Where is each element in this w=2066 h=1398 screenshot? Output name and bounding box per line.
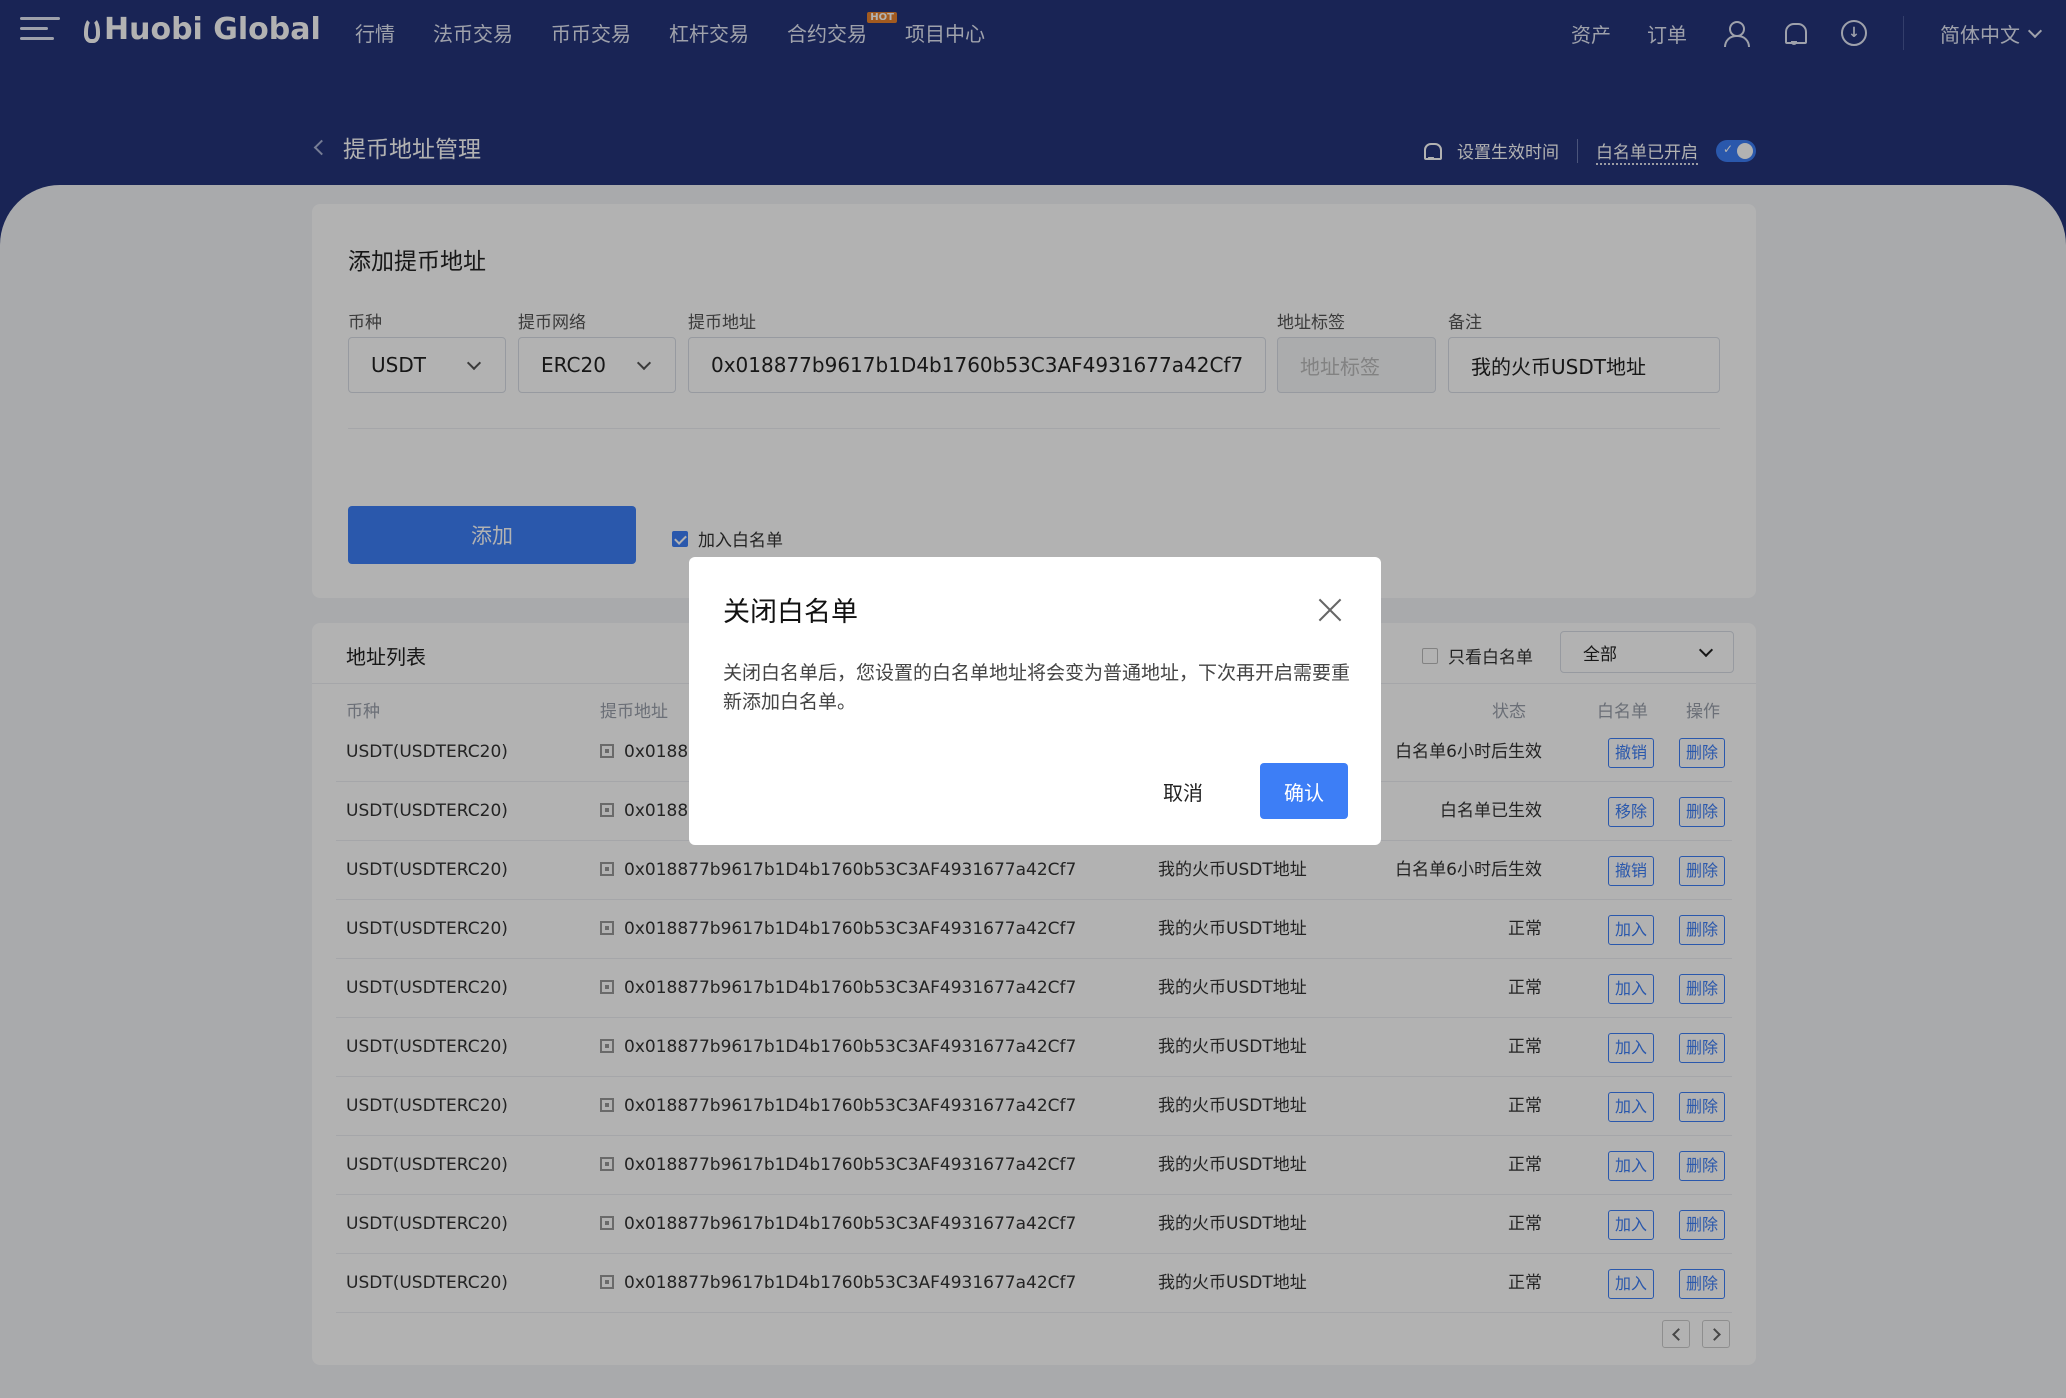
dialog-title: 关闭白名单	[723, 597, 858, 628]
close-icon[interactable]	[1317, 597, 1343, 623]
cancel-button[interactable]: 取消	[1141, 763, 1225, 819]
dialog-message: 关闭白名单后，您设置的白名单地址将会变为普通地址，下次再开启需要重新添加白名单。	[723, 662, 1351, 713]
close-whitelist-dialog: 关闭白名单 关闭白名单后，您设置的白名单地址将会变为普通地址，下次再开启需要重新…	[689, 557, 1381, 845]
confirm-button[interactable]: 确认	[1260, 763, 1348, 819]
